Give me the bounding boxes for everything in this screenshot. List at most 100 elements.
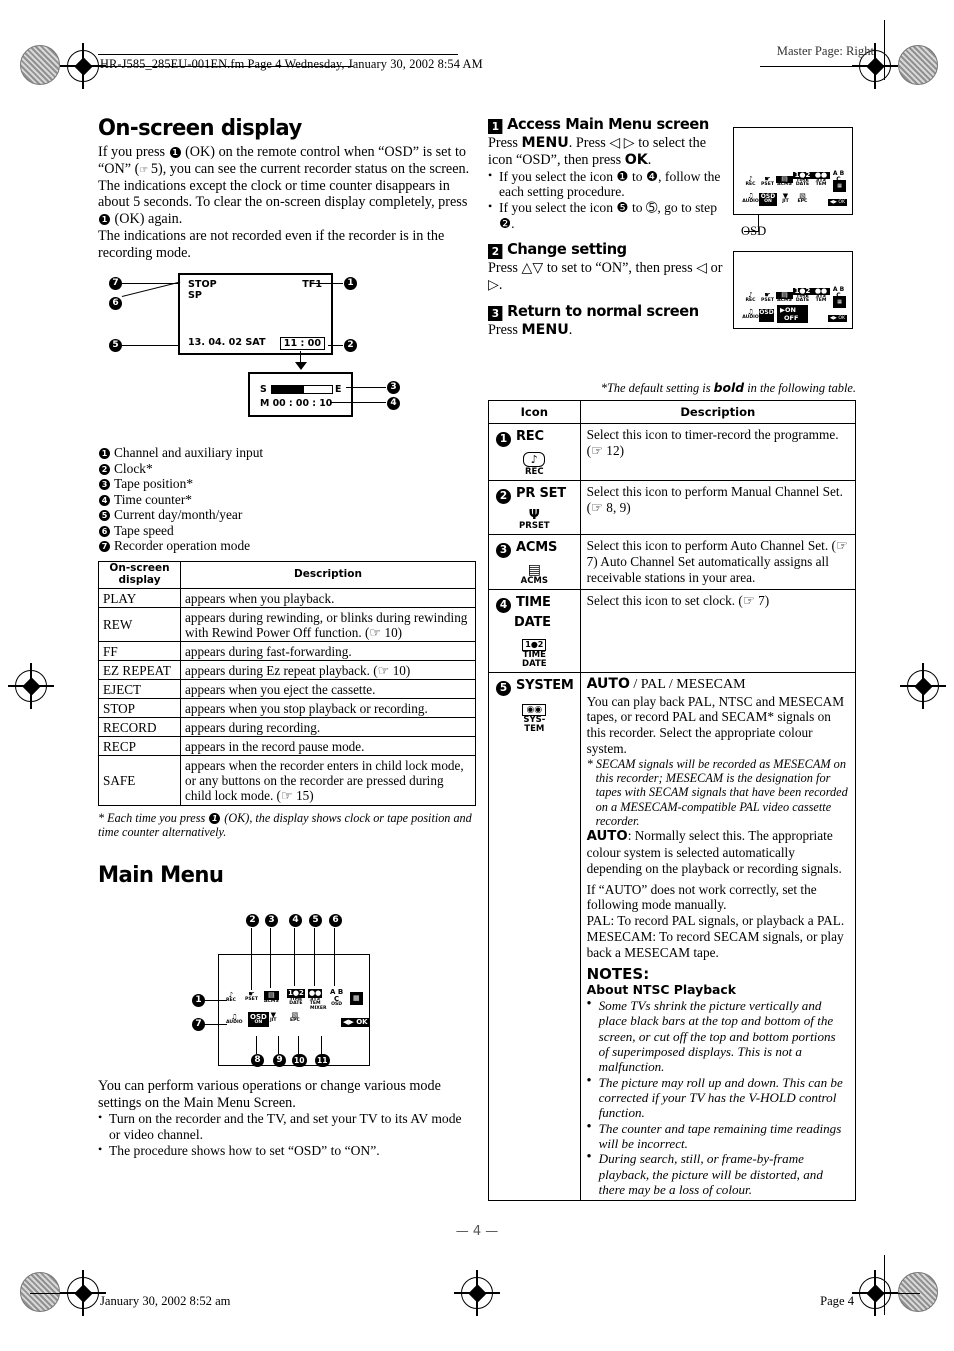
system-other-options: / PAL / MESECAM (629, 676, 746, 692)
legend-label-7: Recorder operation mode (114, 538, 251, 554)
shot2-icon-acms: ▤ ACMS (776, 291, 793, 304)
clock-to-tape-arrow-icon (295, 362, 307, 371)
grey-registration-circle-bottom-right (898, 1272, 938, 1312)
menu-icon-epc[interactable]: ▧ EPC (290, 1011, 300, 1024)
icon-badge-4: 4 (496, 598, 511, 614)
page-number: — 4 — (455, 1224, 499, 1239)
menu-icon-osd-on-selected[interactable]: OSD ON (248, 1011, 269, 1028)
legend-item-6: 6 Tape speed (98, 523, 476, 538)
menu-icon-prset[interactable]: ☛ PSET (245, 990, 258, 1003)
icon-badge-1: 1 (496, 432, 511, 448)
mm-callout-5-leader (314, 927, 316, 986)
cell-description: appears during recording. (180, 717, 476, 738)
master-page-label: Master Page: Right (776, 44, 874, 58)
cell-display: EZ REPEAT (98, 660, 181, 681)
icon-art-prset: Ψ PRSET (495, 509, 574, 531)
shot2-icon-osd-selected[interactable]: OSD (759, 309, 774, 322)
callout-7-badge: 7 (109, 277, 122, 291)
legend-badge-3: 3 (99, 479, 110, 491)
osd-channel-text: TF1 (302, 279, 322, 291)
footer-page: Page 4 (820, 1294, 854, 1308)
icon-table-row-prset: 2 PR SET Ψ PRSET Select this icon to per… (488, 480, 857, 536)
menu-icon-mixer[interactable]: MIXER (310, 1006, 327, 1012)
cell-display: EJECT (98, 679, 181, 700)
acms-stack-glyph-icon: ▤ (527, 562, 541, 579)
on-screen-display-table: On-screen display Description PLAY appea… (98, 560, 476, 806)
legend-item-3: 3 Tape position* (98, 476, 476, 491)
shot2-icon-rec: ♪ REC (745, 291, 756, 304)
osd-glyph-icon: A BC (330, 987, 344, 1003)
mm-callout-7-leader (205, 1023, 227, 1026)
table-row: PLAY appears when you playback. (98, 588, 476, 609)
prset-art-label: PRSET (519, 521, 550, 532)
icon-cell-rec: 1 REC ♪ REC (488, 423, 581, 482)
menu-icon-acms-label: ACMS (264, 998, 279, 1004)
icon-name-prset: PR SET (516, 486, 566, 502)
legend-badge-6: 6 (99, 525, 110, 537)
default-setting-note: *The default setting is bold in the foll… (488, 380, 856, 396)
osd-date-text: 13. 04. 02 SAT (188, 337, 266, 349)
mm-callout-9-badge: 9 (273, 1053, 286, 1067)
trim-rule-bottom-left (30, 1293, 90, 1294)
shot2-on-option[interactable]: ▶ON (780, 306, 796, 314)
cell-description: appears in the record pause mode. (180, 736, 476, 757)
cell-display: RECP (98, 736, 181, 757)
icon-cell-system: 5 SYSTEM ◉◉ SYS- TEM (488, 671, 581, 1202)
icon-table-header-row: Icon Description (488, 400, 857, 425)
menu-icon-system[interactable]: ●● SYS TEM (308, 988, 323, 1007)
rec-art-glyph-icon: ♪ (523, 452, 546, 468)
step-1-bullet-1: If you select the icon ❶ to ❹, follow th… (488, 168, 733, 201)
icon-art-rec: ♪ REC (495, 452, 574, 477)
circled-1-icon-footnote: 1 (209, 812, 221, 824)
icon-desc-rec: Select this icon to timer-record the pro… (579, 423, 857, 482)
table-row: RECP appears in the record pause mode. (98, 736, 476, 757)
cell-display: SAFE (98, 755, 181, 806)
system-mesecam-line: MESECAM: To record SECAM signals, or pla… (586, 928, 844, 960)
trim-rule-top-right-vertical (884, 20, 885, 80)
osd-legend-list: 1 Channel and auxiliary input 2 Clock* 3 Ta… (98, 445, 476, 553)
tape-position-bar-fill (272, 386, 304, 394)
shot1-guide-bar: ◀▶ OK (827, 199, 847, 206)
menu-icon-timedate[interactable]: 1●2 TIME DATE (287, 988, 305, 1007)
osd-speed-text: SP (188, 290, 202, 302)
menu-icon-jit[interactable]: ▼ JIT (270, 1011, 277, 1024)
shot1-corner-preview: ▦ (833, 180, 846, 192)
cell-display: REW (98, 607, 181, 643)
menu-icon-osd[interactable]: A BC OSD (330, 987, 344, 1008)
note-item: The counter and tape remaining time read… (587, 1121, 849, 1152)
page-ref-hand-icon: ☞ (139, 164, 148, 176)
icon-name-system: SYSTEM (516, 677, 574, 693)
icon-art-system: ◉◉ SYS- TEM (495, 701, 574, 734)
menu-icon-osd-label: OSD (331, 1001, 343, 1007)
callout-3-badge: 3 (387, 381, 400, 395)
step-2-title: Change setting (507, 240, 627, 259)
mm-callout-1-badge: 1 (192, 993, 205, 1007)
legend-item-1: 1 Channel and auxiliary input (98, 445, 476, 460)
shot2-off-option[interactable]: OFF (780, 314, 798, 322)
shot1-icon-osd-selected[interactable]: OSD ON (759, 193, 777, 206)
legend-label-3: Tape position* (114, 476, 194, 492)
step-1-menu-keyword: MENU (521, 135, 569, 151)
legend-item-5: 5 Current day/month/year (98, 507, 476, 522)
table-row: RECORD appears during recording. (98, 717, 476, 738)
step-1-badge: 1 (488, 119, 503, 134)
menu-icon-rec[interactable]: ♪ REC (226, 991, 236, 1004)
icon-title-timedate: 4 TIME DATE (495, 593, 574, 631)
shot2-icon-system: ●● SYS TEM (812, 287, 830, 304)
osd-screenshot-caption: OSD (741, 224, 767, 238)
menu-guide-glyph-icon: ◀▶ OK (343, 1017, 368, 1026)
icon-title-system: 5 SYSTEM (495, 676, 574, 696)
system-auto-label: AUTO (586, 829, 628, 845)
menu-icon-jit-label: JIT (270, 1017, 277, 1023)
notes-subheading: About NTSC Playback (586, 982, 737, 998)
icon-table-row-acms: 3 ACMS ▤ ACMS Select this icon to perfor… (488, 534, 857, 591)
mm-callout-1-leader (205, 999, 227, 1002)
shot2-on-off-selector[interactable]: ▶ON OFF (777, 305, 809, 323)
shot2-icon-prset: ☛ PSET (761, 291, 774, 304)
acms-art-label: ACMS (520, 576, 549, 587)
step-1-body-part-3: . (647, 151, 652, 168)
legend-label-6: Tape speed (114, 522, 174, 538)
menu-icon-audio[interactable]: ♫ AUDIO (226, 1013, 243, 1026)
menu-icon-acms[interactable]: ▤ ACMS (264, 990, 279, 1005)
legend-item-2: 2 Clock* (98, 461, 476, 476)
